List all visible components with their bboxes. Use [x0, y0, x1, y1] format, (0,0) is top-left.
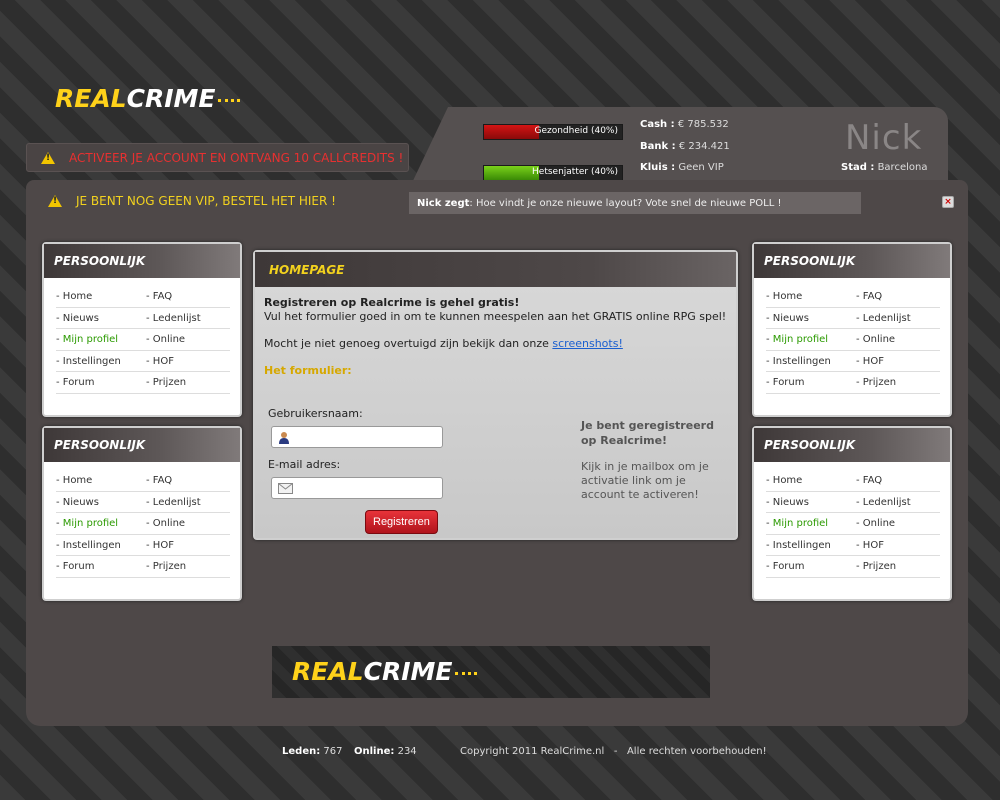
- user-icon: [278, 431, 290, 444]
- menu-item-nieuws[interactable]: Nieuws: [56, 308, 146, 329]
- health-bar: Gezondheid (40%): [483, 124, 623, 140]
- menu-item-mijn-profiel[interactable]: Mijn profiel: [766, 513, 856, 535]
- email-field[interactable]: [271, 477, 443, 499]
- vip-alert[interactable]: JE BENT NOG GEEN VIP, BESTEL HET HIER !: [48, 194, 336, 208]
- menu-item-ledenlijst[interactable]: Ledenlijst: [856, 308, 940, 329]
- close-icon[interactable]: ×: [942, 196, 954, 208]
- menu-item-prijzen[interactable]: Prijzen: [856, 556, 940, 578]
- register-button[interactable]: Registreren: [365, 510, 438, 534]
- bank-stat: Bank : € 234.421: [640, 141, 730, 152]
- activate-account-alert[interactable]: ACTIVEER JE ACCOUNT EN ONTVANG 10 CALLCR…: [26, 143, 409, 172]
- menu-item-hof[interactable]: HOF: [146, 351, 230, 372]
- menu-item-prijzen[interactable]: Prijzen: [146, 372, 230, 394]
- register-intro: Vul het formulier goed in om te kunnen m…: [264, 310, 727, 323]
- username-signature: Nick: [845, 118, 923, 158]
- menu-list: HomeFAQNieuwsLedenlijstMijn profielOnlin…: [754, 462, 950, 590]
- menu-item-online[interactable]: Online: [856, 329, 940, 351]
- menu-item-instellingen[interactable]: Instellingen: [56, 351, 146, 372]
- menu-box-left-1: PERSOONLIJK HomeFAQNieuwsLedenlijstMijn …: [42, 242, 242, 417]
- menu-item-nieuws[interactable]: Nieuws: [766, 492, 856, 513]
- menu-item-ledenlijst[interactable]: Ledenlijst: [856, 492, 940, 513]
- form-title: Het formulier:: [264, 364, 352, 377]
- email-label: E-mail adres:: [268, 458, 341, 471]
- menu-item-prijzen[interactable]: Prijzen: [856, 372, 940, 394]
- shoutbox-message: Nick zegt : Hoe vindt je onze nieuwe lay…: [409, 192, 861, 214]
- menu-item-hof[interactable]: HOF: [856, 351, 940, 372]
- club-stat: Kluis : Geen VIP: [640, 162, 724, 173]
- menu-item-home[interactable]: Home: [56, 470, 146, 492]
- menu-item-mijn-profiel[interactable]: Mijn profiel: [766, 329, 856, 351]
- username-field[interactable]: [271, 426, 443, 448]
- mail-icon: [278, 482, 293, 494]
- success-title: Je bent geregistreerd op Realcrime!: [581, 419, 714, 447]
- menu-item-forum[interactable]: Forum: [56, 372, 146, 394]
- menu-item-faq[interactable]: FAQ: [146, 286, 230, 308]
- menu-item-online[interactable]: Online: [146, 513, 230, 535]
- menu-box-left-2: PERSOONLIJK HomeFAQNieuwsLedenlijstMijn …: [42, 426, 242, 601]
- menu-item-faq[interactable]: FAQ: [146, 470, 230, 492]
- menu-item-instellingen[interactable]: Instellingen: [56, 535, 146, 556]
- city-stat: Stad : Barcelona: [841, 162, 928, 173]
- menu-item-instellingen[interactable]: Instellingen: [766, 351, 856, 372]
- site-logo[interactable]: REALCRIME: [55, 84, 241, 113]
- menu-item-faq[interactable]: FAQ: [856, 286, 940, 308]
- menu-item-prijzen[interactable]: Prijzen: [146, 556, 230, 578]
- warning-icon: [48, 195, 62, 207]
- energy-bar-fill: [484, 166, 540, 180]
- menu-box-right-1: PERSOONLIJK HomeFAQNieuwsLedenlijstMijn …: [752, 242, 952, 417]
- activate-account-text: ACTIVEER JE ACCOUNT EN ONTVANG 10 CALLCR…: [69, 150, 404, 165]
- username-label: Gebruikersnaam:: [268, 407, 363, 420]
- copyright-text: Copyright 2011 RealCrime.nl - Alle recht…: [460, 746, 767, 757]
- menu-item-forum[interactable]: Forum: [56, 556, 146, 578]
- members-count: Leden: 767: [282, 746, 343, 757]
- menu-item-instellingen[interactable]: Instellingen: [766, 535, 856, 556]
- menu-item-ledenlijst[interactable]: Ledenlijst: [146, 492, 230, 513]
- menu-item-ledenlijst[interactable]: Ledenlijst: [146, 308, 230, 329]
- warning-icon: [41, 151, 55, 164]
- menu-list: HomeFAQNieuwsLedenlijstMijn profielOnlin…: [44, 462, 240, 590]
- screenshots-link[interactable]: screenshots!: [552, 337, 622, 350]
- menu-item-mijn-profiel[interactable]: Mijn profiel: [56, 513, 146, 535]
- menu-item-online[interactable]: Online: [856, 513, 940, 535]
- menu-item-home[interactable]: Home: [766, 286, 856, 308]
- menu-item-mijn-profiel[interactable]: Mijn profiel: [56, 329, 146, 351]
- menu-item-nieuws[interactable]: Nieuws: [56, 492, 146, 513]
- menu-item-hof[interactable]: HOF: [146, 535, 230, 556]
- success-text: Kijk in je mailbox om je activatie link …: [581, 460, 709, 501]
- menu-item-forum[interactable]: Forum: [766, 372, 856, 394]
- homepage-title: HOMEPAGE: [255, 252, 736, 287]
- register-heading: Registreren op Realcrime is gehel gratis…: [264, 296, 520, 309]
- footer-logo[interactable]: REALCRIME: [292, 657, 478, 686]
- menu-item-faq[interactable]: FAQ: [856, 470, 940, 492]
- menu-item-forum[interactable]: Forum: [766, 556, 856, 578]
- cash-stat: Cash : € 785.532: [640, 119, 729, 130]
- screenshots-line: Mocht je niet genoeg overtuigd zijn beki…: [264, 337, 623, 350]
- energy-bar: Hetsenjatter (40%): [483, 165, 623, 181]
- health-bar-fill: [484, 125, 540, 139]
- online-count: Online: 234: [354, 746, 417, 757]
- menu-item-home[interactable]: Home: [766, 470, 856, 492]
- menu-item-home[interactable]: Home: [56, 286, 146, 308]
- menu-item-hof[interactable]: HOF: [856, 535, 940, 556]
- menu-list: HomeFAQNieuwsLedenlijstMijn profielOnlin…: [754, 278, 950, 406]
- menu-item-online[interactable]: Online: [146, 329, 230, 351]
- menu-list: HomeFAQNieuwsLedenlijstMijn profielOnlin…: [44, 278, 240, 406]
- menu-item-nieuws[interactable]: Nieuws: [766, 308, 856, 329]
- menu-box-right-2: PERSOONLIJK HomeFAQNieuwsLedenlijstMijn …: [752, 426, 952, 601]
